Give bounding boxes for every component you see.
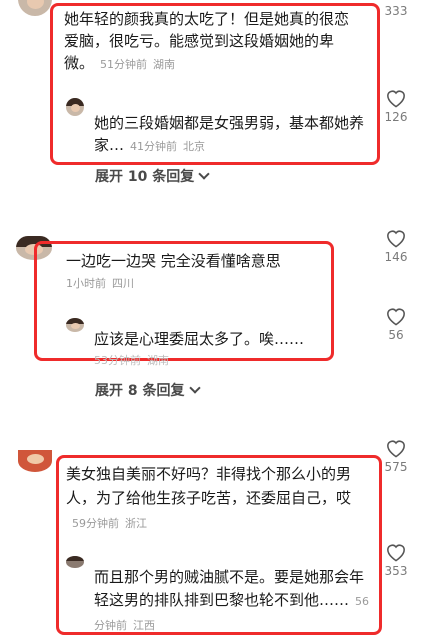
reply-avatar[interactable]	[66, 318, 84, 332]
avatar[interactable]	[18, 450, 52, 472]
reply-time: 53分钟前	[94, 354, 141, 367]
like-button[interactable]: 146	[378, 228, 414, 264]
avatar[interactable]	[18, 0, 52, 16]
expand-replies-button[interactable]: 展开 10 条回复	[95, 166, 210, 186]
comment-text[interactable]: 美女独自美丽不好吗？非得找个那么小的男人，为了给他生孩子吃苦，还委屈自己，哎59…	[66, 462, 366, 536]
comment-meta: 1小时前 四川	[66, 275, 140, 291]
reply-like-button[interactable]: 56	[378, 306, 414, 342]
comment-location: 湖南	[153, 58, 176, 71]
like-count: 353	[384, 564, 408, 578]
reply-meta: 53分钟前 湖南	[94, 352, 175, 368]
expand-replies-button[interactable]: 展开 8 条回复	[95, 380, 201, 400]
chevron-down-icon	[188, 382, 201, 394]
reply-avatar[interactable]	[66, 98, 84, 116]
reply-text[interactable]: 而且那个男的贼油腻不是。要是她那会年轻这男的排队排到巴黎也轮不到他…… 56分钟前…	[94, 566, 370, 637]
chevron-down-icon	[198, 168, 210, 180]
comment-text[interactable]: 她年轻的颜我真的太吃了！但是她真的很恋爱脑，很吃亏。能感觉到这段婚姻她的卑微。 5…	[64, 8, 362, 76]
comment-location: 四川	[112, 277, 134, 290]
comment-time: 51分钟前	[100, 58, 148, 71]
reply-location: 北京	[183, 140, 206, 153]
like-button[interactable]: 575	[378, 438, 414, 474]
reply-time: 41分钟前	[130, 140, 178, 153]
heart-outline-icon	[387, 230, 405, 248]
like-count: 126	[384, 110, 408, 124]
comment-time: 59分钟前	[72, 517, 119, 530]
like-count: 56	[388, 328, 404, 342]
like-count: 146	[384, 250, 408, 264]
like-count: 575	[384, 460, 408, 474]
heart-outline-icon	[387, 544, 405, 562]
reply-location: 江西	[133, 619, 155, 632]
reply-text[interactable]: 应该是心理委屈太多了。唉……	[94, 328, 330, 350]
reply-like-button[interactable]: 126	[378, 88, 414, 124]
reply-like-button[interactable]: 353	[378, 542, 414, 578]
comment-time: 1小时前	[66, 277, 106, 290]
heart-outline-icon	[387, 90, 405, 108]
reply-avatar[interactable]	[66, 556, 84, 568]
heart-outline-icon	[387, 440, 405, 458]
reply-text[interactable]: 她的三段婚姻都是女强男弱，基本都她养家… 41分钟前 北京	[94, 112, 370, 158]
like-button[interactable]: 333	[378, 2, 414, 18]
reply-location: 湖南	[147, 354, 169, 367]
like-count: 333	[384, 4, 408, 18]
comment-location: 浙江	[125, 517, 147, 530]
comment-text[interactable]: 一边吃一边哭 完全没看懂啥意思	[66, 250, 328, 272]
heart-outline-icon	[387, 308, 405, 326]
